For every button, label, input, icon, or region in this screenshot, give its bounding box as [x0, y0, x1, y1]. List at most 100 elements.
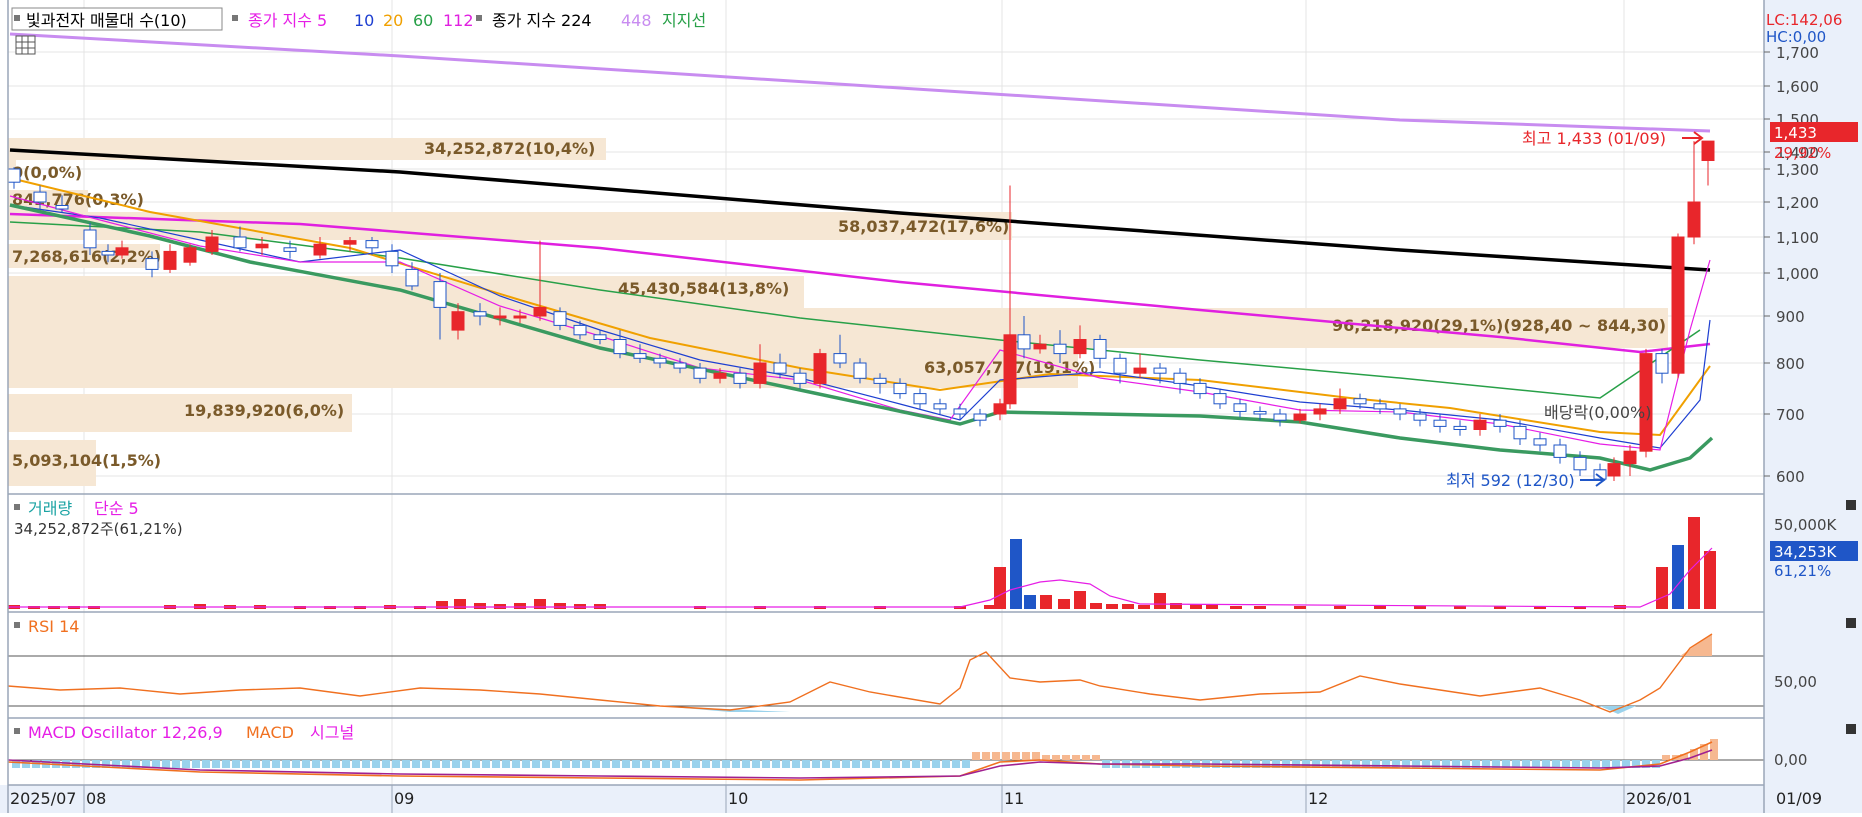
price-tick: 1,000	[1776, 265, 1819, 283]
candle	[793, 372, 807, 384]
volume-axis-label: 50,000K	[1774, 516, 1837, 534]
chart-title[interactable]: 빛과전자 매물대 수(10)	[26, 11, 187, 30]
candle	[1113, 357, 1127, 374]
volume-bar	[994, 567, 1006, 609]
price-tick: 1,100	[1776, 229, 1819, 247]
volume-current-pct: 61,21%	[1774, 562, 1831, 580]
close-icon[interactable]	[1846, 500, 1856, 510]
candle	[1453, 425, 1467, 430]
support-legend: 지지선	[662, 11, 706, 30]
candle	[813, 353, 827, 384]
volume-ma: 단순 5	[94, 499, 139, 518]
signal-label: 시그널	[310, 723, 354, 742]
candle	[553, 311, 567, 326]
candle	[1433, 419, 1447, 427]
time-label: 08	[86, 789, 106, 808]
candle	[1353, 398, 1367, 405]
time-label: 09	[394, 789, 414, 808]
candle	[1273, 413, 1287, 421]
candle	[1393, 408, 1407, 415]
ma60-legend: 60	[413, 11, 433, 30]
high-label: 최고 1,433 (01/09)	[1522, 129, 1666, 148]
candle	[613, 339, 627, 355]
volume-bar	[1138, 605, 1150, 609]
volume-bar	[1122, 604, 1134, 609]
volume-bar	[474, 603, 486, 609]
candle	[913, 393, 927, 405]
candle	[433, 281, 447, 308]
candle	[33, 191, 47, 203]
candle	[365, 240, 379, 249]
volume-profile-label: 7,268,616(2,2%)	[12, 247, 161, 266]
volume-bar	[1656, 567, 1668, 609]
volume-bar	[1090, 603, 1102, 609]
candle	[473, 311, 487, 317]
volume-bar	[1154, 593, 1166, 609]
candle	[1033, 343, 1047, 350]
volume-bar	[554, 603, 566, 609]
ma5-legend: 5	[317, 11, 327, 30]
candle	[7, 168, 21, 183]
rsi-axis-label: 50,00	[1774, 673, 1817, 691]
candle	[1671, 236, 1685, 374]
candle	[163, 250, 177, 270]
current-change: 29,92%	[1774, 144, 1831, 162]
price-tick: 1,200	[1776, 194, 1819, 212]
candle	[993, 403, 1007, 415]
candle	[533, 306, 547, 317]
ma10-legend: 10	[354, 11, 374, 30]
candle	[633, 353, 647, 359]
current-price: 1,433	[1774, 124, 1817, 142]
volume-bar	[1074, 591, 1086, 609]
candle	[233, 236, 247, 249]
volume-current: 34,253K	[1774, 543, 1837, 561]
stock-chart-window: 34,252,872(10,4%) 0(0,0%) 842,776(0,3%) 58,…	[0, 0, 1862, 813]
candle	[973, 413, 987, 421]
volume-bar	[1040, 595, 1052, 609]
candle	[183, 247, 197, 263]
time-label: 10	[728, 789, 748, 808]
candle	[733, 372, 747, 384]
candle	[953, 408, 967, 415]
candle	[773, 362, 787, 374]
volume-profile-bar	[8, 340, 1078, 388]
candle	[343, 240, 357, 245]
candle	[593, 334, 607, 340]
candle	[1553, 444, 1567, 458]
time-label: 2025/07	[10, 789, 76, 808]
candle	[1533, 438, 1547, 446]
volume-bar	[1374, 606, 1386, 609]
volume-bar	[1058, 599, 1070, 609]
candle	[1053, 343, 1067, 355]
candle	[1573, 456, 1587, 471]
candle	[573, 324, 587, 336]
candle	[55, 205, 69, 210]
close-icon[interactable]	[1846, 618, 1856, 628]
candle	[933, 403, 947, 410]
candle	[1003, 334, 1017, 405]
candle	[693, 367, 707, 379]
time-label: 12	[1308, 789, 1328, 808]
volume-profile-label: 34,252,872(10,4%)	[424, 139, 595, 158]
price-tick: 900	[1776, 308, 1805, 326]
close-icon[interactable]	[1846, 724, 1856, 734]
price-tick: 1,700	[1776, 44, 1819, 62]
volume-bar	[1294, 606, 1306, 609]
chart-canvas: 34,252,872(10,4%)0(0,0%)842,776(0,3%)58,…	[0, 0, 1862, 813]
candle	[1655, 353, 1669, 374]
candle	[1493, 419, 1507, 427]
candle	[83, 229, 97, 249]
macd-label: MACD	[246, 723, 294, 742]
volume-bar	[436, 601, 448, 609]
ma448-legend: 448	[621, 11, 652, 30]
candle	[1173, 372, 1187, 384]
time-label: 11	[1004, 789, 1024, 808]
candle	[385, 250, 399, 267]
table-icon[interactable]	[15, 35, 36, 55]
hc-value: HC:0,00	[1766, 28, 1826, 46]
candle	[673, 362, 687, 369]
low-label: 최저 592 (12/30)	[1446, 471, 1575, 490]
volume-bar	[1334, 606, 1346, 609]
candle	[893, 382, 907, 395]
candle	[313, 243, 327, 256]
